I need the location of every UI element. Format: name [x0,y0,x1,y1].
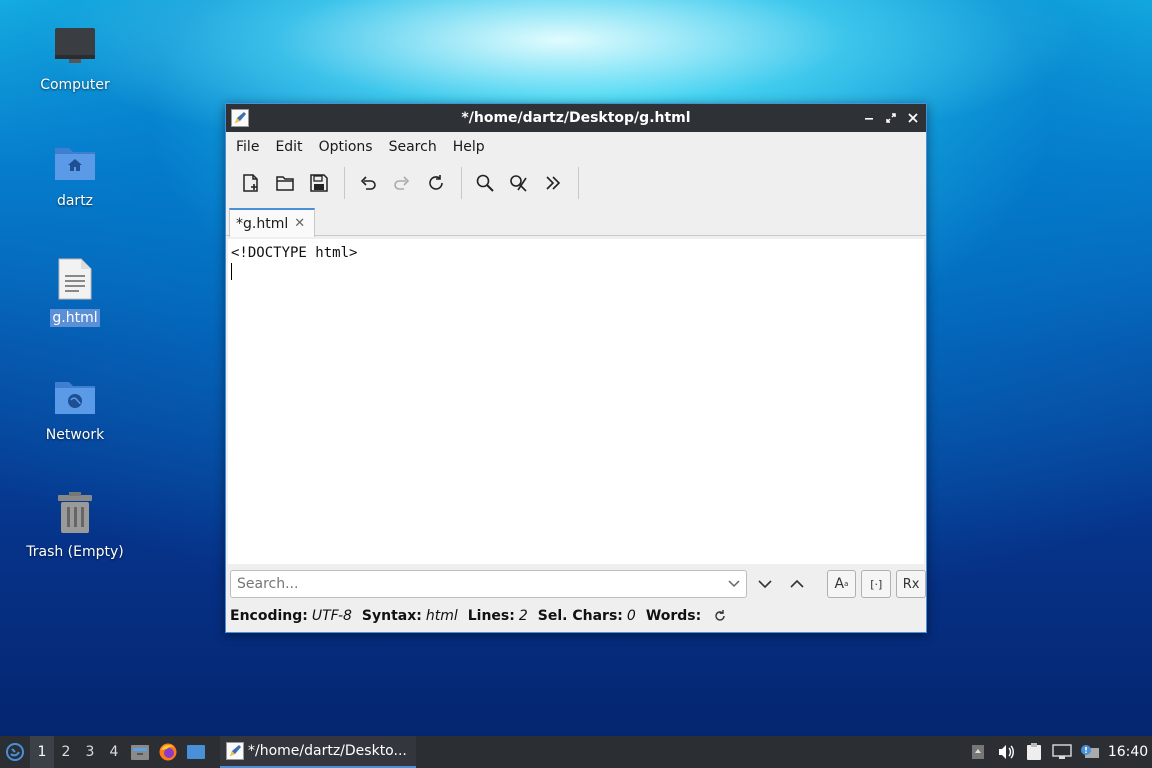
minimize-icon[interactable] [862,111,876,125]
toolbar-separator [578,167,579,199]
tab-bar: *g.html ✕ [226,204,926,237]
eject-icon[interactable] [964,736,992,768]
editor-window: */home/dartz/Desktop/g.html File Edit Op… [225,103,927,633]
tab-label: *g.html [236,215,289,232]
search-bar: Aa [·] Rx [226,566,926,602]
editor-line: <!DOCTYPE html> [231,245,358,261]
match-case-icon: A [834,576,845,592]
close-icon[interactable] [906,111,920,125]
desktop-icon-label: g.html [50,309,100,327]
clipboard-icon[interactable] [1020,736,1048,768]
maximize-icon[interactable] [884,111,898,125]
workspace-3[interactable]: 3 [78,736,102,768]
whole-word-button[interactable]: [·] [861,570,892,598]
text-editor-area[interactable]: <!DOCTYPE html> [228,239,924,564]
workspace-4[interactable]: 4 [102,736,126,768]
desktop-icon-label: dartz [56,193,94,209]
chevron-down-icon[interactable] [728,576,740,592]
workspace-2[interactable]: 2 [54,736,78,768]
whole-word-icon: [·] [870,577,883,591]
firefox-launcher-icon[interactable] [154,736,182,768]
toolbar-separator [344,167,345,199]
regex-icon: Rx [902,576,920,592]
network-folder-icon [51,372,99,420]
window-titlebar[interactable]: */home/dartz/Desktop/g.html [226,104,926,132]
tab-g-html[interactable]: *g.html ✕ [229,208,315,237]
toolbar-separator [461,167,462,199]
chevron-up-icon [790,579,804,588]
sel-chars-label: Sel. Chars: [537,608,623,624]
update-notification-icon[interactable] [1076,736,1104,768]
open-folder-icon[interactable] [270,168,300,198]
clock[interactable]: 16:40 [1104,744,1152,760]
regex-button[interactable]: Rx [896,570,926,598]
window-title: */home/dartz/Desktop/g.html [461,110,691,126]
start-menu-icon[interactable] [0,736,30,768]
undo-icon[interactable] [353,168,383,198]
taskbar: 1 2 3 4 */home/dartz/Deskto... 16:40 [0,736,1152,768]
desktop-icon-label: Trash (Empty) [26,544,124,560]
refresh-word-count-icon[interactable] [713,609,727,623]
more-icon[interactable] [538,168,568,198]
desktop-icon-label: Network [45,427,105,443]
syntax-value[interactable]: html [426,608,458,624]
find-next-button[interactable] [751,570,779,598]
editor-line [231,262,921,280]
file-manager-launcher-icon[interactable] [126,736,154,768]
menu-edit[interactable]: Edit [269,139,308,155]
toolbar [226,162,926,204]
chevron-down-icon [758,580,772,589]
save-icon[interactable] [304,168,334,198]
lines-value: 2 [518,608,528,624]
trash-icon [51,489,99,537]
syntax-label: Syntax: [361,608,422,624]
menu-search[interactable]: Search [383,139,443,155]
menu-file[interactable]: File [230,139,265,155]
text-caret [231,262,232,280]
menu-help[interactable]: Help [447,139,491,155]
workspace-1[interactable]: 1 [30,736,54,768]
find-icon[interactable] [470,168,500,198]
encoding-value: UTF-8 [311,608,352,624]
reload-icon[interactable] [421,168,451,198]
sel-chars-value: 0 [626,608,636,624]
monitor-icon [51,22,99,70]
lines-label: Lines: [467,608,515,624]
menu-bar: File Edit Options Search Help [226,132,926,162]
show-desktop-icon[interactable] [182,736,210,768]
volume-icon[interactable] [992,736,1020,768]
new-file-icon[interactable] [236,168,266,198]
match-case-button[interactable]: Aa [826,570,857,598]
network-status-icon[interactable] [1048,736,1076,768]
tab-close-icon[interactable]: ✕ [294,216,305,231]
desktop-icon-computer[interactable]: Computer [20,22,130,94]
desktop-icon-home-folder[interactable]: dartz [20,138,130,210]
menu-options[interactable]: Options [313,139,379,155]
system-tray: 16:40 [964,736,1152,768]
desktop-icon-g-html[interactable]: g.html [20,255,130,327]
desktop-icon-network[interactable]: Network [20,372,130,444]
find-replace-icon[interactable] [504,168,534,198]
words-label: Words: [645,608,702,624]
find-previous-button[interactable] [783,570,811,598]
status-bar: Encoding: UTF-8 Syntax: html Lines: 2 Se… [226,602,926,630]
text-file-icon [51,255,99,303]
search-input[interactable] [237,576,707,592]
redo-icon[interactable] [387,168,417,198]
text-editor-app-icon [226,742,244,760]
encoding-label: Encoding: [230,608,308,624]
taskbar-window-title: */home/dartz/Deskto... [248,743,407,759]
desktop-icon-trash[interactable]: Trash (Empty) [20,489,130,561]
taskbar-window-button[interactable]: */home/dartz/Deskto... [220,736,416,768]
home-folder-icon [51,138,99,186]
desktop-icon-label: Computer [40,77,110,93]
search-combobox[interactable] [230,570,747,598]
